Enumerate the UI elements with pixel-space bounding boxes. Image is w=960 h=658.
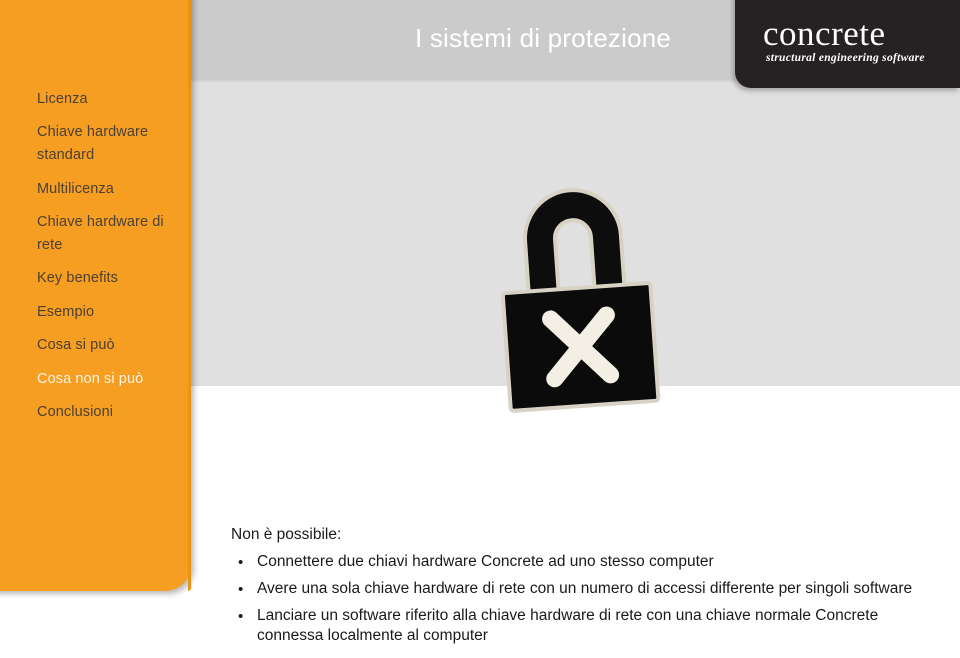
body-content: Non è possibile: • Connettere due chiavi… — [231, 525, 931, 653]
bullet-dot-icon: • — [238, 580, 244, 598]
list-item: • Lanciare un software riferito alla chi… — [231, 606, 931, 646]
brand-logo: concrete structural engineering software — [735, 0, 960, 88]
sidebar-item-conclusioni[interactable]: Conclusioni — [37, 401, 177, 424]
sidebar-edge — [188, 0, 191, 591]
page-title: I sistemi di protezione — [415, 23, 672, 53]
logo-tagline: structural engineering software — [766, 52, 925, 64]
sidebar-item-chiave-hardware-di-rete[interactable]: Chiave hardware di rete — [37, 211, 177, 257]
sidebar-item-key-benefits[interactable]: Key benefits — [37, 267, 177, 290]
list-item-text: Lanciare un software riferito alla chiav… — [257, 607, 879, 645]
slide-root: I sistemi di protezione concrete structu… — [0, 0, 960, 658]
sidebar-item-licenza[interactable]: Licenza — [37, 88, 177, 111]
body-lead-text: Non è possibile: — [231, 526, 342, 543]
sidebar-item-cosa-si-puo[interactable]: Cosa si può — [37, 334, 177, 357]
sidebar-item-esempio[interactable]: Esempio — [37, 301, 177, 324]
sidebar-nav: Licenza Chiave hardware standard Multili… — [37, 88, 177, 434]
logo-wordmark: concrete — [763, 14, 886, 53]
list-item: • Avere una sola chiave hardware di rete… — [231, 579, 931, 599]
list-item: • Connettere due chiavi hardware Concret… — [231, 552, 931, 572]
list-item-text: Connettere due chiavi hardware Concrete … — [257, 552, 714, 570]
bullet-dot-icon: • — [238, 553, 244, 571]
sidebar-item-cosa-non-si-puo[interactable]: Cosa non si può — [37, 368, 177, 391]
list-item-text: Avere una sola chiave hardware di rete c… — [257, 580, 913, 598]
bullet-list: • Connettere due chiavi hardware Concret… — [231, 552, 931, 647]
sidebar: Licenza Chiave hardware standard Multili… — [0, 0, 191, 591]
padlock-with-x-icon — [478, 160, 678, 460]
bullet-dot-icon: • — [238, 607, 244, 625]
sidebar-item-multilicenza[interactable]: Multilicenza — [37, 178, 177, 201]
sidebar-item-chiave-hardware-standard[interactable]: Chiave hardware standard — [37, 121, 177, 167]
